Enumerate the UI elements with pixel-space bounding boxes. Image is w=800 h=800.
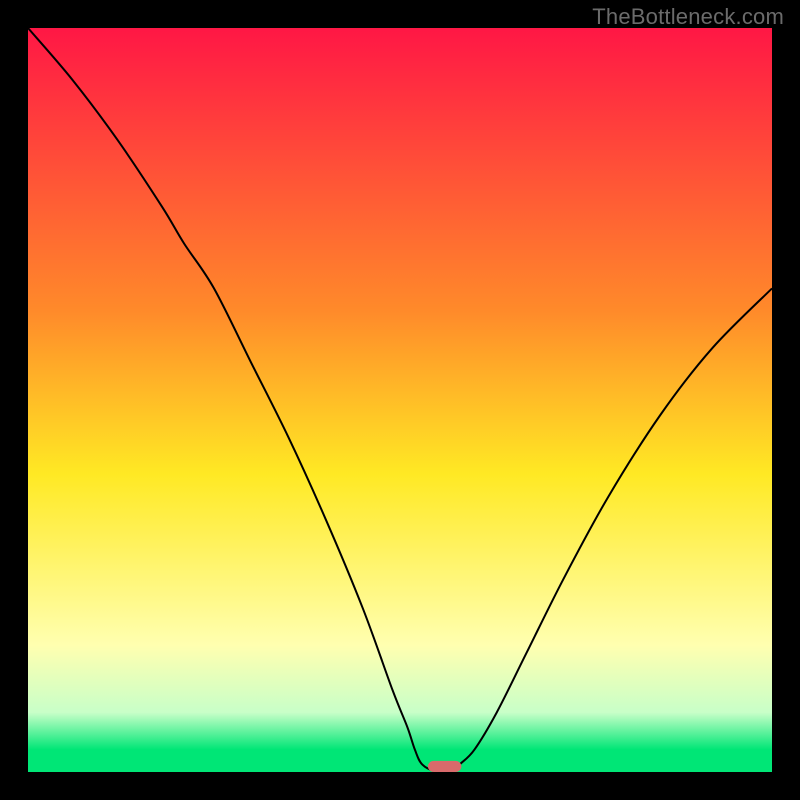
- chart-frame: TheBottleneck.com: [0, 0, 800, 800]
- bottleneck-curve: [28, 28, 772, 772]
- plot-area: [28, 28, 772, 772]
- curve-layer: [28, 28, 772, 772]
- minimum-marker: [428, 761, 461, 772]
- watermark-text: TheBottleneck.com: [592, 4, 784, 30]
